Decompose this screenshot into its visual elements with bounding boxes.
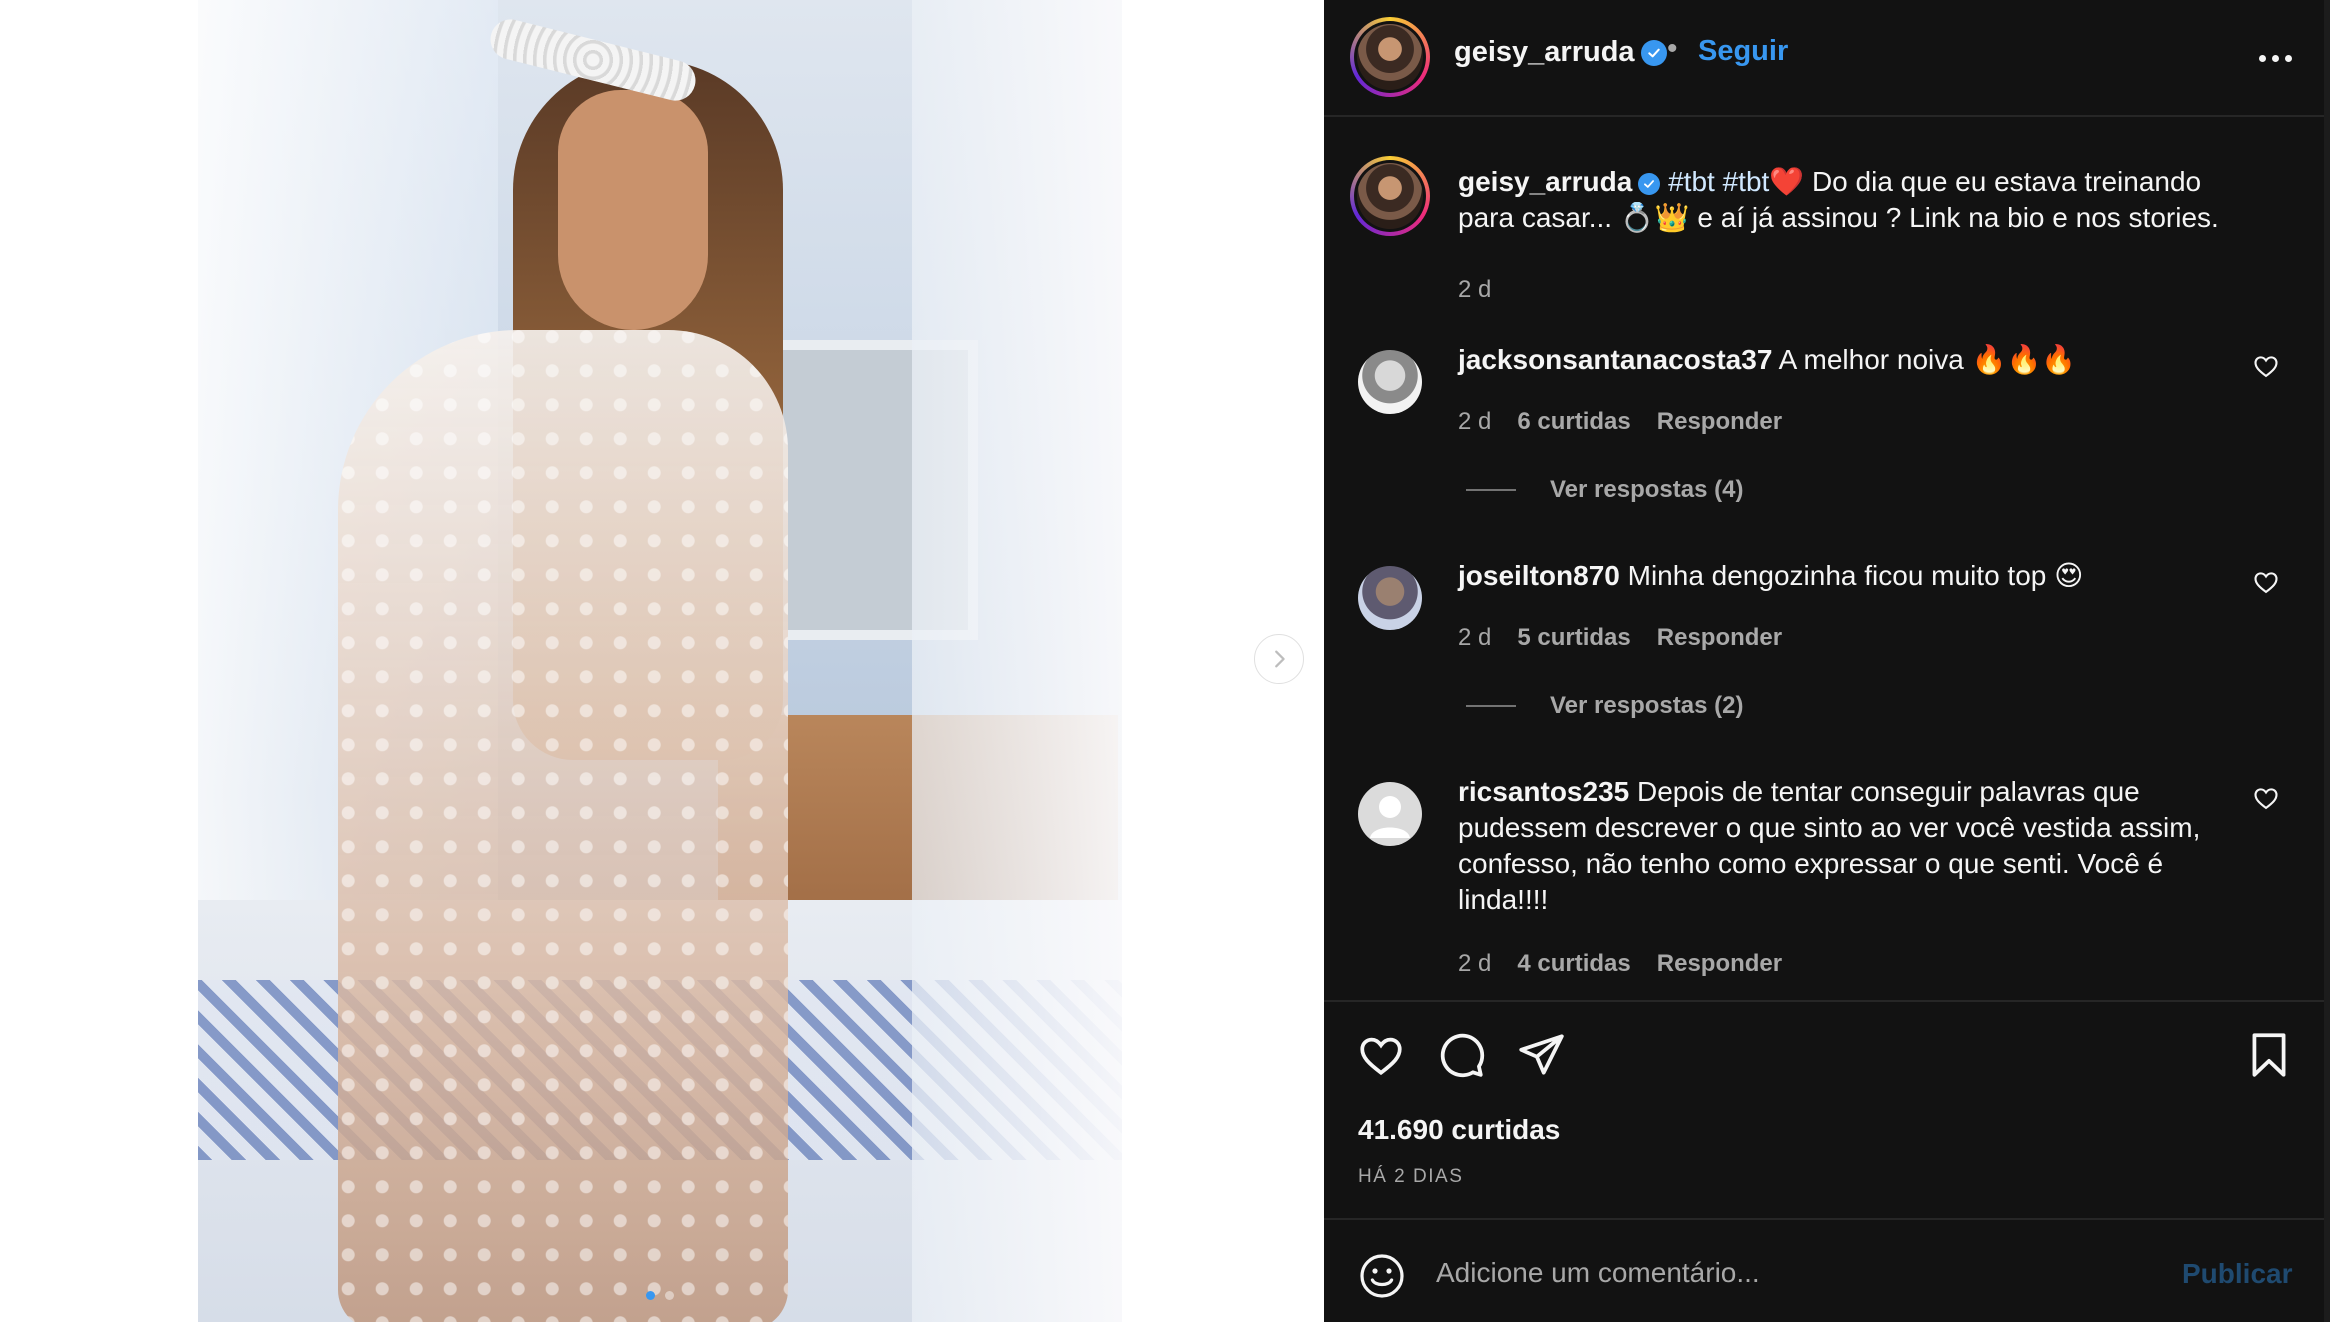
commenter-username[interactable]: ricsantos235 <box>1458 776 1629 807</box>
more-icon-dot <box>2271 54 2279 62</box>
heart-icon[interactable] <box>2252 784 2280 812</box>
post-date[interactable]: HÁ 2 DIAS <box>1358 1166 1463 1188</box>
carousel-dot <box>665 1291 674 1300</box>
view-replies-label[interactable]: Ver respostas (4) <box>1550 476 1743 504</box>
more-icon <box>2258 54 2266 62</box>
comment-text-block: joseilton870 Minha dengozinha ficou muit… <box>1458 558 2228 594</box>
default-avatar-icon <box>1370 796 1410 838</box>
comment-time: 2 d <box>1458 624 1492 651</box>
photo-canopy-right <box>912 0 1122 1322</box>
chevron-right-icon <box>1275 650 1285 668</box>
caption-author-username[interactable]: geisy_arruda <box>1458 166 1632 197</box>
post-photo[interactable] <box>198 0 1122 1322</box>
header-separator: • <box>1667 32 1678 65</box>
heart-icon[interactable] <box>2252 352 2280 380</box>
follow-button[interactable]: Seguir <box>1698 35 1788 68</box>
comment-icon[interactable] <box>1436 1030 1486 1080</box>
photo-figure-robe <box>338 330 788 1322</box>
comment-time: 2 d <box>1458 950 1492 977</box>
comment-meta: 2 d 6 curtidas Responder <box>1458 408 1782 436</box>
post-details-panel: geisy_arruda • Seguir geisy_arruda #tbt … <box>1324 0 2330 1322</box>
commenter-avatar[interactable] <box>1358 782 1422 846</box>
author-avatar-image <box>1357 24 1423 90</box>
heart-icon[interactable] <box>1356 1030 1406 1080</box>
post-media-area <box>0 0 1324 1322</box>
comment-likes[interactable]: 6 curtidas <box>1517 408 1630 436</box>
caption-author-avatar[interactable] <box>1350 156 1430 236</box>
emoji-icon[interactable] <box>1358 1252 1406 1300</box>
more-icon-dot <box>2284 54 2292 62</box>
caption-time: 2 d <box>1458 276 1492 303</box>
more-options-button[interactable] <box>2250 43 2300 73</box>
author-username-text[interactable]: geisy_arruda <box>1454 36 1635 68</box>
commenter-avatar[interactable] <box>1358 350 1422 414</box>
publish-button[interactable]: Publicar <box>2182 1258 2292 1290</box>
verified-badge-icon <box>1640 40 1667 67</box>
comments-list[interactable]: geisy_arruda #tbt #tbt❤️ Do dia que eu e… <box>1324 118 2324 1000</box>
reply-button[interactable]: Responder <box>1657 408 1782 436</box>
carousel-next-button[interactable] <box>1254 634 1304 684</box>
comment-meta: 2 d 5 curtidas Responder <box>1458 624 1782 652</box>
comment-input[interactable] <box>1436 1248 2136 1298</box>
carousel-dot-active <box>646 1291 655 1300</box>
view-replies-button[interactable]: Ver respostas (2) <box>1466 692 1743 720</box>
caption-hashtags[interactable]: #tbt #tbt❤️ <box>1668 166 1804 197</box>
commenter-avatar[interactable] <box>1358 566 1422 630</box>
post-details-content: geisy_arruda • Seguir geisy_arruda #tbt … <box>1324 0 2324 1322</box>
commenter-username[interactable]: jacksonsantanacosta37 <box>1458 344 1772 375</box>
carousel-dots <box>198 1291 1122 1300</box>
comment-text-block: jacksonsantanacosta37 A melhor noiva 🔥🔥🔥 <box>1458 342 2228 378</box>
comment-likes[interactable]: 5 curtidas <box>1517 624 1630 652</box>
replies-divider <box>1466 705 1516 707</box>
caption-text-block: geisy_arruda #tbt #tbt❤️ Do dia que eu e… <box>1458 164 2228 236</box>
comment-meta: 2 d 4 curtidas Responder <box>1458 950 1782 978</box>
replies-divider <box>1466 489 1516 491</box>
view-replies-label[interactable]: Ver respostas (2) <box>1550 692 1743 720</box>
comment-text-block: ricsantos235 Depois de tentar conseguir … <box>1458 774 2228 918</box>
view-replies-button[interactable]: Ver respostas (4) <box>1466 476 1743 504</box>
caption-author-avatar-image <box>1357 163 1423 229</box>
author-avatar[interactable] <box>1350 17 1430 97</box>
share-icon[interactable] <box>1516 1030 1566 1080</box>
caption-meta: 2 d <box>1458 276 1491 304</box>
reply-button[interactable]: Responder <box>1657 950 1782 978</box>
post-header: geisy_arruda • Seguir <box>1324 0 2324 117</box>
comment-composer: Publicar <box>1324 1218 2324 1322</box>
panel-scroll-edge <box>2324 0 2330 1322</box>
commenter-username[interactable]: joseilton870 <box>1458 560 1620 591</box>
bookmark-icon[interactable] <box>2244 1030 2294 1080</box>
comment-text: A melhor noiva 🔥🔥🔥 <box>1778 344 2077 375</box>
likes-count[interactable]: 41.690 curtidas <box>1358 1114 1560 1146</box>
reply-button[interactable]: Responder <box>1657 624 1782 652</box>
photo-figure-face <box>558 90 708 330</box>
comment-likes[interactable]: 4 curtidas <box>1517 950 1630 978</box>
comment-time: 2 d <box>1458 408 1492 435</box>
post-actions: 41.690 curtidas HÁ 2 DIAS <box>1324 1000 2324 1218</box>
heart-icon[interactable] <box>2252 568 2280 596</box>
author-username-header[interactable]: geisy_arruda <box>1454 36 1667 69</box>
verified-badge-icon <box>1638 172 1661 195</box>
comment-text: Minha dengozinha ficou muito top 😍 <box>1627 560 2084 591</box>
